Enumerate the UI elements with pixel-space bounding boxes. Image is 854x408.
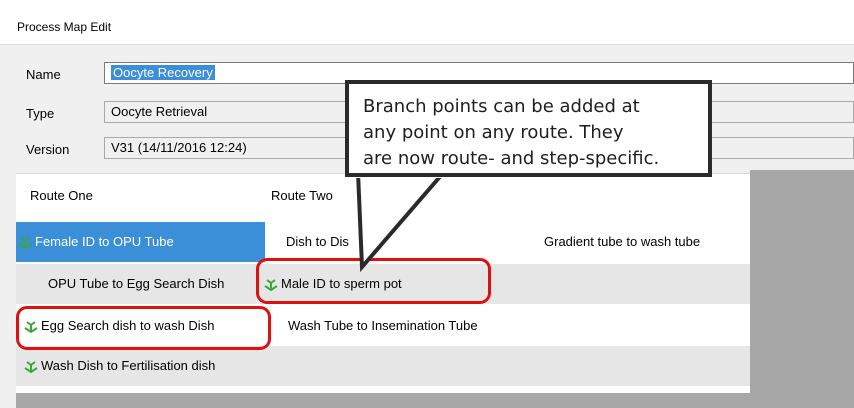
title-bar: Process Map Edit: [0, 0, 854, 45]
callout-line: are now route- and step-specific.: [363, 148, 660, 169]
grid-empty-area: [750, 170, 854, 408]
version-label: Version: [26, 142, 70, 157]
callout-line: any point on any route. They: [363, 122, 624, 143]
name-value: Oocyte Recovery: [111, 65, 215, 80]
step-label: Wash Dish to Fertilisation dish: [41, 358, 216, 373]
table-row: Wash Dish to Fertilisation dish: [16, 346, 750, 386]
type-label: Type: [26, 106, 55, 121]
highlight-ring: [16, 306, 271, 350]
grid-cell[interactable]: Wash Dish to Fertilisation dish: [24, 346, 264, 386]
callout-line: Branch points can be added at: [363, 96, 640, 117]
callout-pointer: [356, 172, 448, 272]
column-header-route-two[interactable]: Route Two: [271, 174, 333, 218]
annotation-callout: Branch points can be added at any point …: [345, 80, 712, 177]
grid-cell[interactable]: OPU Tube to Egg Search Dish: [48, 264, 262, 304]
grid-cell[interactable]: Gradient tube to wash tube: [544, 222, 744, 262]
column-header-route-one[interactable]: Route One: [30, 174, 93, 218]
grid-cell[interactable]: Female ID to OPU Tube: [16, 222, 265, 262]
grid-cell[interactable]: Wash Tube to Insemination Tube: [288, 306, 528, 346]
step-label: Female ID to OPU Tube: [35, 234, 174, 249]
name-label: Name: [26, 67, 61, 82]
window-title: Process Map Edit: [17, 20, 112, 34]
branch-point-icon: [18, 236, 32, 249]
grid-empty-area: [16, 393, 750, 408]
process-map-edit-window: Process Map Edit Name Oocyte Recovery Ty…: [0, 0, 854, 408]
branch-point-icon: [24, 360, 38, 373]
